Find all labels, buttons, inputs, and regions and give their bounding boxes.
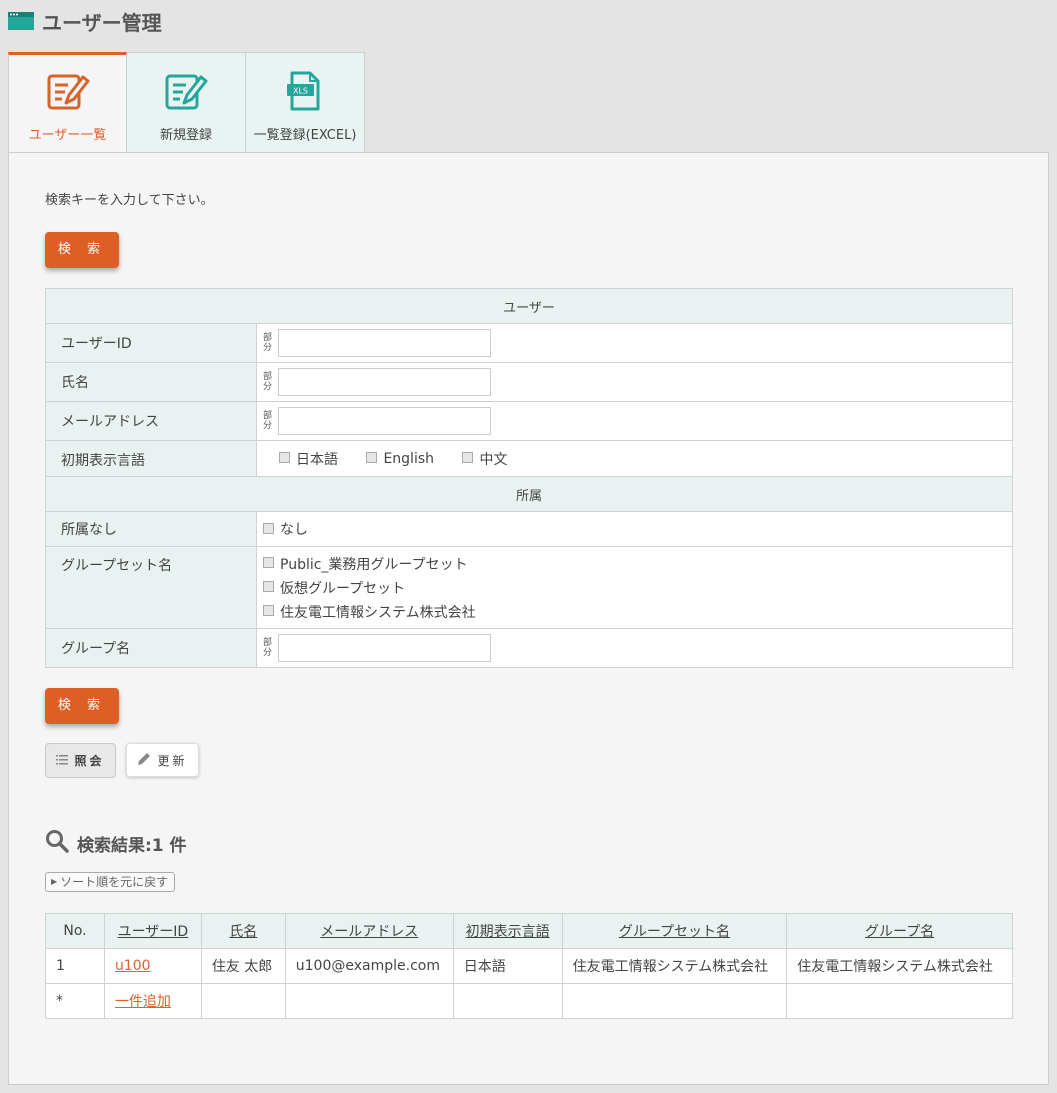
- partial-match-mark: 部分: [263, 372, 273, 392]
- cell-email: u100@example.com: [284, 948, 454, 984]
- sort-reset-label: ソート順を元に戻す: [60, 875, 169, 889]
- language-option-chinese[interactable]: 中文: [462, 449, 507, 469]
- language-option-japanese[interactable]: 日本語: [279, 449, 338, 469]
- partial-match-mark: 部分: [263, 333, 273, 353]
- cell-no: *: [45, 983, 105, 1019]
- cell-group-set: 住友電工情報システム株式会社: [561, 948, 788, 984]
- language-label: 初期表示言語: [45, 440, 257, 477]
- tab-bar: ユーザー一覧 新規登録 XLS 一覧登録(EXCEL): [8, 52, 365, 154]
- checkbox[interactable]: [462, 452, 474, 463]
- checkbox[interactable]: [263, 605, 274, 616]
- group-set-option-label: Public_業務用グループセット: [280, 556, 468, 573]
- email-label: メールアドレス: [45, 401, 257, 441]
- sort-reset-button[interactable]: ▶ ソート順を元に戻す: [45, 872, 176, 892]
- cell-empty: [561, 983, 788, 1019]
- cell-name: 住友 太郎: [200, 948, 286, 984]
- name-input[interactable]: [278, 368, 491, 396]
- group-set-option-label: 住友電工情報システム株式会社: [280, 604, 476, 621]
- search-instruction: 検索キーを入力して下さい。: [45, 193, 214, 208]
- tab-new-registration-label: 新規登録: [159, 128, 212, 143]
- main-panel: 検索キーを入力して下さい。 検 索 ユーザー ユーザーID 部分 氏名 部分 メ…: [8, 152, 1049, 1085]
- triangle-right-icon: ▶: [51, 877, 58, 886]
- group-set-label: グループセット名: [45, 546, 257, 629]
- language-option-label: English: [383, 450, 435, 467]
- tab-excel-import-label: 一覧登録(EXCEL): [253, 128, 357, 143]
- edit-list-icon: [46, 71, 90, 111]
- search-button-top[interactable]: 検 索: [45, 232, 119, 268]
- table-row-add: * 一件追加: [45, 983, 1013, 1019]
- view-mode-button[interactable]: 照会: [45, 743, 116, 778]
- cell-empty: [200, 983, 286, 1019]
- group-set-option[interactable]: Public_業務用グループセット: [263, 552, 1012, 576]
- user-section-header: ユーザー: [45, 288, 1013, 324]
- language-option-english[interactable]: English: [366, 451, 434, 467]
- tab-user-list-label: ユーザー一覧: [28, 128, 107, 143]
- column-header-user-id[interactable]: ユーザーID: [103, 913, 202, 949]
- partial-match-mark: 部分: [263, 638, 273, 658]
- tab-new-registration[interactable]: 新規登録: [127, 52, 246, 153]
- tab-user-list[interactable]: ユーザー一覧: [8, 52, 127, 154]
- group-set-option[interactable]: 仮想グループセット: [263, 576, 1012, 600]
- column-header-name[interactable]: 氏名: [200, 913, 286, 949]
- email-input[interactable]: [278, 407, 491, 435]
- result-count: 検索結果:1 件: [77, 835, 187, 856]
- xls-file-icon: XLS: [283, 71, 327, 111]
- no-affiliation-label: 所属なし: [45, 511, 257, 547]
- checkbox[interactable]: [263, 581, 274, 592]
- no-affiliation-option-label: なし: [280, 522, 308, 538]
- column-header-language[interactable]: 初期表示言語: [452, 913, 563, 949]
- list-icon: [56, 754, 69, 768]
- language-option-label: 日本語: [296, 451, 338, 468]
- checkbox[interactable]: [263, 557, 274, 568]
- xls-icon-text: XLS: [293, 87, 308, 96]
- edit-form-icon: [164, 71, 208, 111]
- group-set-option-label: 仮想グループセット: [280, 580, 406, 597]
- cell-no: 1: [45, 948, 105, 984]
- language-option-label: 中文: [479, 451, 508, 468]
- cell-group: 住友電工情報システム株式会社: [786, 948, 1013, 984]
- window-icon: [8, 12, 34, 30]
- user-id-input[interactable]: [278, 329, 491, 357]
- checkbox[interactable]: [263, 522, 274, 534]
- cell-language: 日本語: [452, 948, 563, 984]
- add-one-link[interactable]: 一件追加: [115, 994, 171, 1010]
- page-header: ユーザー管理: [8, 8, 162, 35]
- group-name-input[interactable]: [278, 634, 491, 662]
- tab-excel-import[interactable]: XLS 一覧登録(EXCEL): [246, 52, 365, 153]
- partial-match-mark: 部分: [263, 411, 273, 431]
- column-header-email[interactable]: メールアドレス: [284, 913, 454, 949]
- search-button-bottom[interactable]: 検 索: [45, 688, 119, 724]
- pencil-icon: [137, 752, 151, 769]
- name-label: 氏名: [45, 362, 257, 402]
- checkbox[interactable]: [366, 452, 378, 463]
- group-set-option[interactable]: 住友電工情報システム株式会社: [263, 600, 1012, 624]
- column-header-group-set[interactable]: グループセット名: [561, 913, 788, 949]
- search-form: ユーザー ユーザーID 部分 氏名 部分 メールアドレス 部分 初期表示言語 日…: [45, 288, 1013, 668]
- cell-empty: [284, 983, 454, 1019]
- group-name-label: グループ名: [45, 628, 257, 668]
- user-id-link[interactable]: u100: [115, 958, 151, 974]
- checkbox[interactable]: [279, 452, 290, 463]
- table-row: 1 u100 住友 太郎 u100@example.com 日本語 住友電工情報…: [45, 948, 1013, 984]
- result-heading: 検索結果:1 件: [45, 829, 187, 857]
- affiliation-section-header: 所属: [45, 476, 1013, 512]
- user-id-label: ユーザーID: [45, 323, 257, 363]
- table-header-row: No. ユーザーID 氏名 メールアドレス 初期表示言語 グループセット名 グル…: [45, 913, 1013, 949]
- column-header-no: No.: [45, 913, 105, 949]
- cell-empty: [452, 983, 563, 1019]
- update-mode-button[interactable]: 更新: [126, 743, 199, 777]
- cell-empty: [786, 983, 1013, 1019]
- results-table: No. ユーザーID 氏名 メールアドレス 初期表示言語 グループセット名 グル…: [45, 913, 1013, 1019]
- update-mode-label: 更新: [157, 753, 188, 768]
- column-header-group[interactable]: グループ名: [786, 913, 1013, 949]
- page-title: ユーザー管理: [42, 10, 162, 35]
- no-affiliation-option[interactable]: なし: [263, 519, 308, 539]
- search-icon: [45, 829, 69, 857]
- view-mode-label: 照会: [74, 754, 105, 768]
